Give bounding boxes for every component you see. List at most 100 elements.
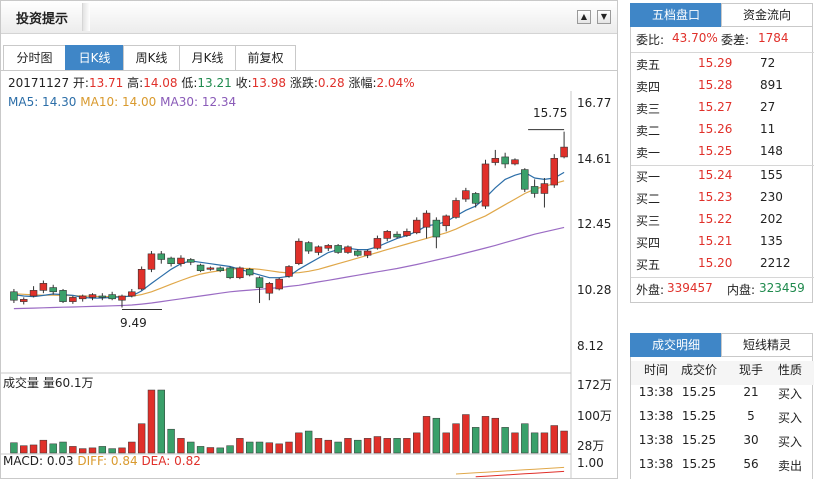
col-time: 时间	[643, 363, 668, 377]
volume-bar	[265, 442, 274, 454]
volume-bar	[108, 448, 116, 454]
candle-down	[10, 291, 18, 301]
level-volume: 230	[760, 190, 783, 204]
volume-bar	[98, 446, 107, 454]
trade-side: 买入	[777, 387, 802, 401]
candle-up	[295, 240, 303, 264]
sell-level-5: 卖五 15.29 72	[636, 56, 812, 78]
candle-up	[481, 163, 490, 207]
trade-price: 15.25	[681, 457, 717, 471]
weicha-value: 1784	[758, 31, 789, 45]
level-label: 买一	[636, 170, 661, 184]
level-price: 15.26	[698, 122, 733, 136]
tab-order-book[interactable]: 五档盘口	[630, 3, 722, 27]
order-ratio-row: 委比: 43.70% 委差: 1784	[636, 31, 812, 53]
weicha-label: 委差:	[721, 33, 750, 47]
volume-bar	[521, 423, 529, 454]
candle-up	[550, 158, 559, 186]
level-price: 15.20	[698, 256, 733, 270]
volume-bar	[481, 416, 490, 454]
diff-line	[455, 466, 565, 475]
volume-bar	[128, 441, 136, 454]
candle-down	[521, 169, 529, 190]
trade-time: 13:38	[638, 385, 674, 399]
volume-bar	[295, 432, 303, 454]
candle-up	[39, 283, 48, 291]
buy-level-1: 买一 15.24 155	[636, 168, 812, 190]
candle-up	[403, 231, 411, 236]
kline-chart[interactable]	[1, 1, 619, 479]
webi-value: 43.70%	[672, 31, 718, 45]
level-label: 卖一	[636, 146, 661, 160]
level-label: 卖四	[636, 80, 661, 94]
volume-bar	[206, 447, 215, 454]
volume-bar	[196, 446, 205, 454]
candle-down	[157, 253, 166, 260]
candle-up	[285, 266, 293, 277]
volume-bar	[88, 447, 97, 454]
volume-bar	[471, 427, 480, 454]
candle-down	[167, 257, 175, 264]
neipan-label: 内盘:	[727, 283, 756, 297]
tab-trade-detail[interactable]: 成交明细	[630, 333, 722, 357]
volume-bar	[246, 441, 254, 454]
volume-bar	[314, 438, 323, 454]
volume-bar	[393, 438, 401, 454]
level-volume: 27	[760, 100, 776, 114]
level-price: 15.22	[698, 212, 733, 226]
candle-down	[216, 267, 224, 272]
volume-bar	[147, 389, 156, 454]
volume-bar	[363, 438, 372, 454]
trade-price: 15.25	[681, 385, 717, 399]
candle-down	[501, 156, 509, 165]
volume-bar	[49, 443, 57, 454]
volume-bar	[432, 417, 441, 454]
tab-short-term-wizard[interactable]: 短线精灵	[721, 333, 813, 357]
volume-bar	[344, 438, 352, 454]
trade-price: 15.25	[681, 409, 717, 423]
volume-bar	[304, 430, 313, 454]
candle-down	[530, 186, 539, 194]
col-side: 性质	[777, 363, 802, 377]
candle-up	[78, 295, 87, 300]
candle-up	[29, 290, 38, 297]
level-volume: 148	[760, 144, 783, 158]
candle-up	[383, 231, 391, 239]
candle-up	[128, 291, 136, 297]
volume-bar	[78, 448, 87, 454]
buy-level-3: 买三 15.22 202	[636, 212, 812, 234]
ma5-line	[13, 171, 565, 299]
volume-bar	[511, 432, 519, 454]
candle-up	[462, 190, 470, 200]
volume-bar	[10, 442, 18, 454]
candle-down	[471, 193, 480, 204]
volume-bar	[39, 439, 48, 454]
candle-down	[255, 277, 264, 288]
level-label: 买五	[636, 258, 661, 272]
webi-label: 委比:	[636, 33, 665, 47]
trade-side: 卖出	[777, 459, 802, 473]
volume-bar	[137, 423, 146, 454]
candle-down	[334, 245, 342, 253]
tab-fund-flow[interactable]: 资金流向	[721, 3, 813, 27]
volume-bar	[422, 416, 431, 454]
candle-up	[344, 246, 352, 253]
level-label: 买二	[636, 192, 661, 206]
col-price: 成交价	[680, 363, 717, 377]
buy-level-4: 买四 15.21 135	[636, 234, 812, 256]
volume-bar	[187, 441, 195, 454]
neipan-value: 323459	[759, 281, 805, 295]
waipan-value: 339457	[667, 281, 713, 295]
candle-down	[98, 295, 107, 298]
level-price: 15.24	[698, 168, 733, 182]
volume-bar	[167, 428, 175, 454]
volume-bar	[413, 432, 421, 454]
candle-down	[432, 219, 441, 238]
waipan-label: 外盘:	[636, 283, 665, 297]
volume-bar	[118, 447, 126, 454]
trade-list: 时间 成交价 现手 性质 13:38 15.25 21 买入 13:38 15.…	[630, 357, 814, 479]
volume-bar	[334, 441, 342, 454]
divider	[631, 277, 814, 278]
table-row: 13:38 15.25 21 买入	[631, 385, 814, 409]
volume-bar	[550, 425, 558, 454]
